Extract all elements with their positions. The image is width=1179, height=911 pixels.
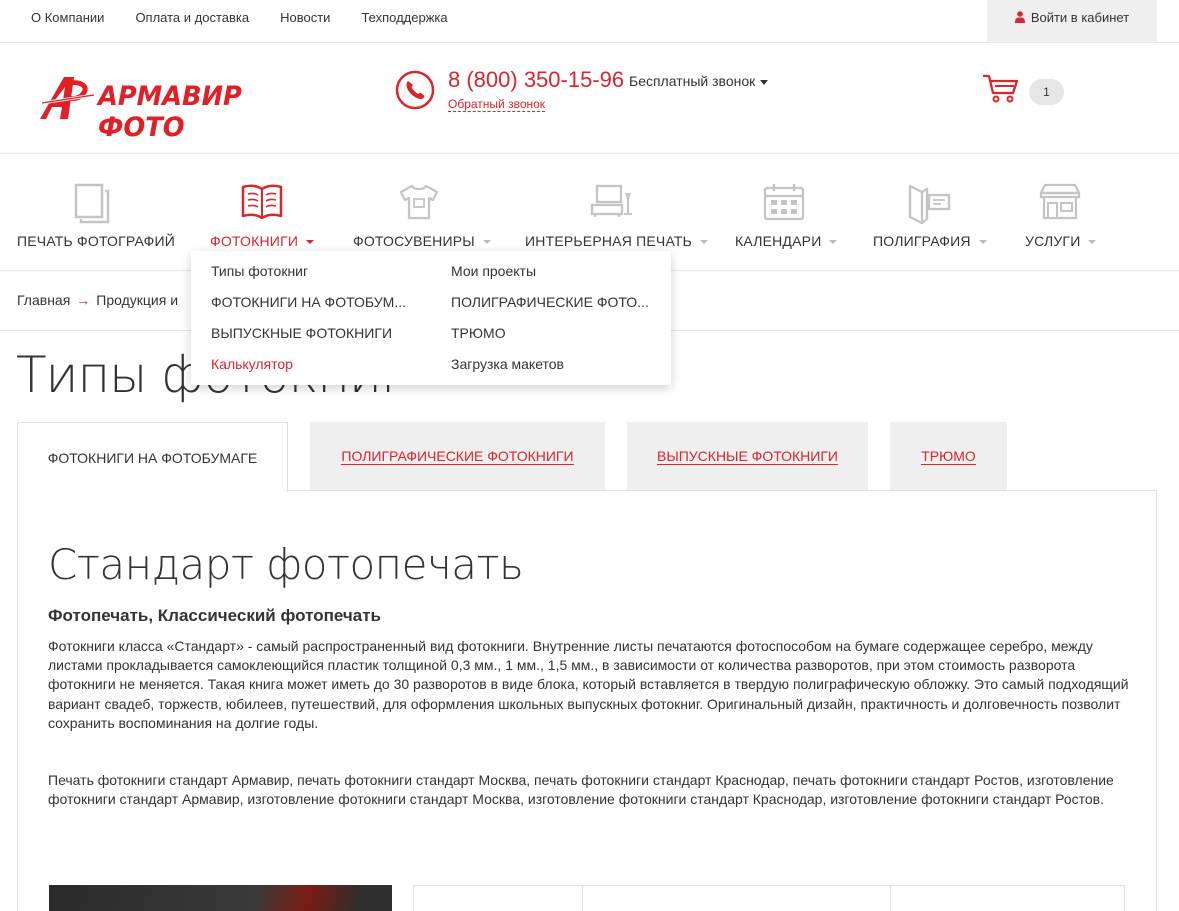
tshirt-icon — [399, 184, 439, 220]
product-photo — [49, 885, 392, 911]
phone-icon — [395, 70, 435, 110]
menu-label: КАЛЕНДАРИ — [735, 233, 838, 249]
tab-trumo[interactable]: ТРЮМО — [890, 422, 1007, 491]
dropdown-link-trumo[interactable]: ТРЮМО — [451, 325, 506, 341]
free-call-dropdown[interactable]: Бесплатный звонок — [629, 73, 769, 89]
logo-emblem-icon — [40, 77, 95, 119]
top-bar: О Компании Оплата и доставка Новости Тех… — [0, 0, 1179, 43]
logo-text: АРМАВИР ФОТО — [98, 81, 242, 143]
dropdown-link-polygraphic-books[interactable]: ПОЛИГРАФИЧЕСКИЕ ФОТО... — [451, 294, 649, 310]
dropdown-link-photobook-types[interactable]: Типы фотокниг — [211, 263, 308, 279]
cart-icon[interactable] — [982, 73, 1020, 103]
tab-polygraphic[interactable]: ПОЛИГРАФИЧЕСКИЕ ФОТОКНИГИ — [310, 422, 605, 491]
menu-label: ФОТОКНИГИ — [210, 233, 315, 249]
dropdown-link-calculator[interactable]: Калькулятор — [211, 356, 293, 372]
menu-label: ПЕЧАТЬ ФОТОГРАФИЙ — [17, 233, 175, 249]
cart-count-badge[interactable]: 1 — [1029, 79, 1064, 105]
tab-graduation[interactable]: ВЫПУСКНЫЕ ФОТОКНИГИ — [627, 422, 868, 491]
store-icon — [1039, 183, 1081, 220]
photobooks-dropdown: Типы фотокниг ФОТОКНИГИ НА ФОТОБУМ... ВЫ… — [191, 251, 671, 385]
content-paragraph: Фотокниги класса «Стандарт» - самый расп… — [48, 638, 1129, 731]
table-column-divider — [890, 886, 891, 911]
menu-item-calendars[interactable]: КАЛЕНДАРИ — [735, 155, 845, 271]
arrow-right-icon: → — [76, 292, 91, 308]
caret-down-icon — [1088, 240, 1097, 245]
user-icon — [1014, 11, 1025, 23]
dropdown-link-graduation-books[interactable]: ВЫПУСКНЫЕ ФОТОКНИГИ — [211, 325, 392, 341]
dropdown-link-upload-layouts[interactable]: Загрузка макетов — [451, 356, 564, 372]
caret-down-icon — [482, 240, 491, 245]
top-nav-news[interactable]: Новости — [280, 10, 330, 25]
top-nav-about[interactable]: О Компании — [31, 10, 104, 25]
price-table — [413, 885, 1125, 911]
caret-down-icon — [760, 79, 769, 85]
free-call-label: Бесплатный звонок — [629, 73, 756, 89]
calendar-icon — [763, 184, 805, 221]
phone-number[interactable]: 8 (800) 350-15-96 — [448, 67, 624, 93]
menu-label: ПОЛИГРАФИЯ — [873, 233, 987, 249]
menu-item-photo-print[interactable]: ПЕЧАТЬ ФОТОГРАФИЙ — [17, 155, 177, 271]
brochure-icon — [908, 184, 951, 225]
menu-label: ИНТЕРЬЕРНАЯ ПЕЧАТЬ — [525, 233, 709, 249]
callback-link[interactable]: Обратный звонок — [448, 97, 546, 112]
caret-down-icon — [700, 240, 709, 245]
login-button[interactable]: Войти в кабинет — [987, 0, 1157, 42]
menu-item-services[interactable]: УСЛУГИ — [1025, 155, 1105, 271]
logo[interactable]: АРМАВИР ФОТО — [38, 73, 308, 143]
interior-icon — [590, 184, 632, 217]
photo-stack-icon — [74, 183, 110, 224]
caret-down-icon — [978, 240, 987, 245]
tab-photopaper[interactable]: ФОТОКНИГИ НА ФОТОБУМАГЕ — [17, 422, 288, 492]
menu-label: ФОТОСУВЕНИРЫ — [353, 233, 491, 249]
top-nav-support[interactable]: Техподдержка — [361, 10, 447, 25]
breadcrumb-home[interactable]: Главная — [17, 292, 70, 308]
seo-paragraph: Печать фотокниги стандарт Армавир, печат… — [48, 772, 1114, 808]
dropdown-link-my-projects[interactable]: Мои проекты — [451, 263, 536, 279]
book-icon — [241, 184, 283, 220]
caret-down-icon — [306, 240, 315, 245]
menu-item-polygraphy[interactable]: ПОЛИГРАФИЯ — [873, 155, 993, 271]
top-nav-payment[interactable]: Оплата и доставка — [135, 10, 249, 25]
breadcrumb: Главная → Продукция и — [17, 292, 178, 308]
dropdown-link-photopaper-books[interactable]: ФОТОКНИГИ НА ФОТОБУМ... — [211, 294, 406, 310]
content-title: Стандарт фотопечать — [48, 540, 524, 589]
content-subtitle: Фотопечать, Классический фотопечать — [48, 606, 381, 625]
site-header: АРМАВИР ФОТО 8 (800) 350-15-96 Бесплатны… — [0, 43, 1179, 154]
table-column-divider — [582, 886, 583, 911]
top-nav: О Компании Оплата и доставка Новости Тех… — [31, 0, 479, 34]
menu-label: УСЛУГИ — [1025, 233, 1097, 249]
login-label: Войти в кабинет — [1030, 9, 1130, 25]
breadcrumb-products[interactable]: Продукция и — [96, 292, 178, 308]
caret-down-icon — [829, 240, 838, 245]
